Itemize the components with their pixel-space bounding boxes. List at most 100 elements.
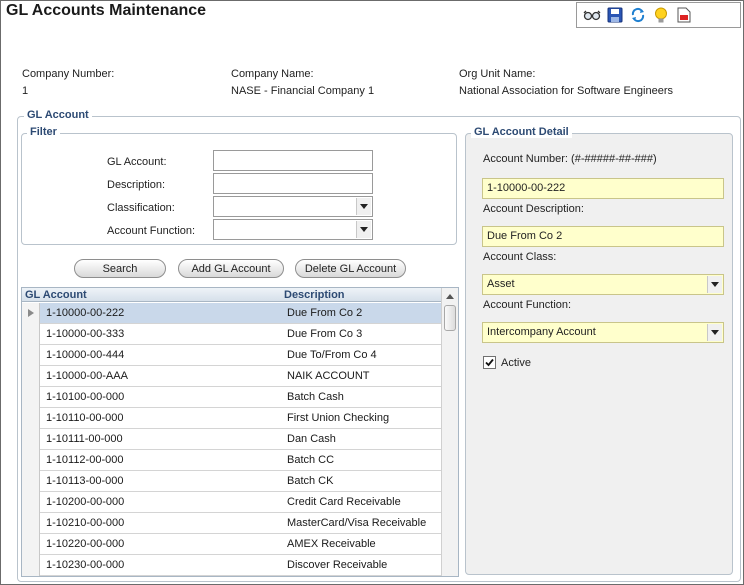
row-selector[interactable] [22,303,40,324]
table-row[interactable]: 1-10000-00-444 Due To/From Co 4 [22,345,442,366]
description-cell: Batch Cash [287,391,344,403]
row-selector[interactable] [22,324,40,345]
grid-scrollbar[interactable] [441,288,458,576]
company-name-value: NASE - Financial Company 1 [231,85,375,97]
gl-account-cell: 1-10100-00-000 [46,391,125,403]
table-row[interactable]: 1-10110-00-000 First Union Checking [22,408,442,429]
description-cell: NAIK ACCOUNT [287,370,370,382]
column-header-gl-account[interactable]: GL Account [25,288,87,302]
description-cell: MasterCard/Visa Receivable [287,517,427,529]
row-selector[interactable] [22,408,40,429]
account-description-field[interactable]: Due From Co 2 [482,226,724,247]
gl-account-cell: 1-10110-00-000 [46,412,124,424]
column-header-description[interactable]: Description [284,288,345,302]
org-unit-name-value: National Association for Software Engine… [459,85,674,97]
gl-accounts-window: GL Accounts Maintenance Company Number: … [0,0,744,585]
company-name-label: Company Name: [231,68,314,80]
description-cell: Due From Co 2 [287,307,363,319]
chevron-down-icon[interactable] [356,198,371,215]
gl-account-cell: 1-10000-00-333 [46,328,125,340]
table-row[interactable]: 1-10100-00-000 Batch Cash [22,387,442,408]
table-row[interactable]: 1-10230-00-000 Discover Receivable [22,555,442,576]
gl-account-grid: GL Account Description 1-10000-00-222 Due… [21,287,459,577]
gl-account-cell: 1-10112-00-000 [46,454,124,466]
gl-account-cell: 1-10210-00-000 [46,517,125,529]
account-function-value: Intercompany Account [487,326,596,338]
table-row[interactable]: 1-10200-00-000 Credit Card Receivable [22,492,442,513]
row-selector[interactable] [22,555,40,576]
search-button[interactable]: Search [74,259,166,278]
table-row[interactable]: 1-10112-00-000 Batch CC [22,450,442,471]
gl-account-detail-group [465,133,733,575]
glasses-icon[interactable] [582,6,601,25]
account-description-value: Due From Co 2 [487,230,563,242]
row-selector[interactable] [22,492,40,513]
refresh-icon[interactable] [628,6,647,25]
grid-header: GL Account Description [22,288,442,302]
gl-account-cell: 1-10000-00-AAA [46,370,128,382]
description-cell: Discover Receivable [287,559,388,571]
chevron-down-icon[interactable] [707,276,722,293]
gl-account-cell: 1-10230-00-000 [46,559,125,571]
active-label: Active [501,357,531,369]
company-number-value: 1 [22,85,29,97]
scroll-up-icon[interactable] [442,288,458,304]
table-row[interactable]: 1-10000-00-AAA NAIK ACCOUNT [22,366,442,387]
account-function-select[interactable]: Intercompany Account [482,322,724,343]
account-function-filter-select[interactable] [213,219,373,240]
account-description-label: Account Description: [483,203,584,215]
description-cell: Batch CK [287,475,334,487]
account-number-label: Account Number: (#-#####-##-###) [483,153,657,165]
toolbar [576,2,741,28]
gl-account-cell: 1-10200-00-000 [46,496,125,508]
table-row[interactable]: 1-10000-00-333 Due From Co 3 [22,324,442,345]
gl-account-detail-title: GL Account Detail [471,126,572,138]
account-class-select[interactable]: Asset [482,274,724,295]
row-selector[interactable] [22,534,40,555]
gl-account-filter-label: GL Account: [107,156,167,168]
document-icon[interactable] [674,6,693,25]
lightbulb-icon[interactable] [651,6,670,25]
row-pointer-icon [28,309,34,317]
save-icon[interactable] [605,6,624,25]
description-filter-label: Description: [107,179,166,191]
active-checkbox[interactable] [483,356,496,369]
table-row[interactable]: 1-10210-00-000 MasterCard/Visa Receivable [22,513,442,534]
description-cell: Due To/From Co 4 [287,349,377,361]
scroll-thumb[interactable] [444,305,456,331]
page-title: GL Accounts Maintenance [6,2,207,19]
row-selector[interactable] [22,387,40,408]
row-selector[interactable] [22,513,40,534]
filter-group-title: Filter [27,126,60,138]
grid-rows: 1-10000-00-222 Due From Co 2 1-10000-00-33… [22,303,442,576]
table-row[interactable]: 1-10220-00-000 AMEX Receivable [22,534,442,555]
account-number-field[interactable]: 1-10000-00-222 [482,178,724,199]
description-cell: Due From Co 3 [287,328,363,340]
row-selector[interactable] [22,345,40,366]
chevron-down-icon[interactable] [707,324,722,341]
gl-account-cell: 1-10220-00-000 [46,538,125,550]
row-selector[interactable] [22,429,40,450]
description-filter-input[interactable] [213,173,373,194]
description-cell: AMEX Receivable [287,538,376,550]
table-row[interactable]: 1-10113-00-000 Batch CK [22,471,442,492]
gl-account-filter-input[interactable] [213,150,373,171]
account-function-label: Account Function: [483,299,572,311]
table-row[interactable]: 1-10000-00-222 Due From Co 2 [22,303,442,324]
row-selector[interactable] [22,450,40,471]
account-class-label: Account Class: [483,251,557,263]
company-number-label: Company Number: [22,68,115,80]
row-selector[interactable] [22,366,40,387]
gl-account-group-title: GL Account [24,109,92,121]
row-selector[interactable] [22,471,40,492]
account-function-filter-label: Account Function: [107,225,196,237]
org-unit-name-label: Org Unit Name: [459,68,536,80]
table-row[interactable]: 1-10111-00-000 Dan Cash [22,429,442,450]
classification-filter-select[interactable] [213,196,373,217]
add-gl-account-button[interactable]: Add GL Account [178,259,284,278]
classification-filter-label: Classification: [107,202,175,214]
delete-gl-account-button[interactable]: Delete GL Account [295,259,406,278]
chevron-down-icon[interactable] [356,221,371,238]
gl-account-cell: 1-10000-00-222 [46,307,125,319]
gl-account-cell: 1-10113-00-000 [46,475,124,487]
